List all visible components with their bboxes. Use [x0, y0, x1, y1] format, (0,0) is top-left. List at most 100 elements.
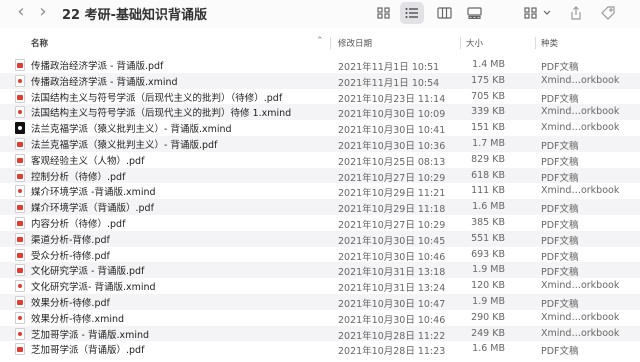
- file-date: 2021年10月27日 10:29: [338, 172, 446, 184]
- file-date: 2021年10月27日 10:29: [338, 219, 446, 231]
- kind-column-header[interactable]: 种类: [541, 37, 558, 49]
- xmind-file-icon: [15, 280, 25, 293]
- file-date: 2021年10月28日 11:22: [338, 330, 446, 342]
- column-view-icon[interactable]: [432, 2, 456, 24]
- tag-icon[interactable]: [596, 2, 620, 24]
- file-name: 芝加哥学派 - 背诵版.xmind: [31, 329, 150, 341]
- file-name: 法兰克福学派（猿义批判主义）- 背诵版.xmind: [31, 124, 232, 136]
- file-row[interactable]: 效果分析-待修.xmind 2021年10月30日 10:46 290 KB Xmin…: [0, 310, 640, 326]
- xmind-file-icon: [15, 106, 25, 119]
- file-kind: PDF文稿: [541, 251, 579, 263]
- sort-chevron-icon: ⌃: [316, 36, 324, 46]
- file-kind: PDF文稿: [541, 172, 579, 184]
- file-size: 339 KB: [471, 106, 505, 118]
- file-kind: PDF文稿: [541, 140, 579, 152]
- pdf-file-icon: [15, 295, 25, 308]
- file-kind: PDF文稿: [541, 204, 579, 216]
- xmind-file-icon: [15, 122, 25, 135]
- file-name: 效果分析-待修.pdf: [31, 297, 110, 309]
- group-icon[interactable]: [522, 2, 556, 24]
- file-row[interactable]: 传播政治经济学派 - 背诵版.pdf 2021年11月1日 10:51 1.4 MB…: [0, 57, 640, 73]
- file-row[interactable]: 法国结构主义与符号学派（后现代主义的批判）（待修）.pdf 2021年10月23日…: [0, 89, 640, 105]
- file-name: 法兰克福学派（猿义批判主义）- 背诵版.pdf: [31, 139, 218, 151]
- file-date: 2021年10月30日 10:41: [338, 125, 446, 137]
- file-kind: Xmind…orkbook: [541, 106, 620, 118]
- pdf-file-icon: [15, 264, 25, 277]
- file-kind: PDF文稿: [541, 346, 579, 358]
- pdf-file-icon: [15, 59, 25, 71]
- name-column-header[interactable]: 名称: [31, 37, 48, 49]
- file-size: 551 KB: [471, 232, 505, 244]
- file-name: 芝加哥学派（背诵版）.pdf: [31, 345, 145, 357]
- file-name: 媒介环境学派 -背诵版.xmind: [31, 187, 156, 199]
- pdf-file-icon: [15, 216, 25, 229]
- file-name: 传播政治经济学派 - 背诵版.pdf: [31, 61, 164, 72]
- file-row[interactable]: 芝加哥学派（背诵版）.pdf 2021年10月28日 11:23 1.6 MB PDF…: [0, 341, 640, 357]
- file-date: 2021年10月30日 10:45: [338, 235, 446, 247]
- file-row[interactable]: 法兰克福学派（猿义批判主义）- 背诵版.xmind 2021年10月30日 10:…: [0, 120, 640, 136]
- column-divider[interactable]: [460, 37, 461, 49]
- file-kind: Xmind…orkbook: [541, 122, 620, 134]
- column-divider[interactable]: [535, 37, 536, 49]
- file-row[interactable]: 渠道分析-背修.pdf 2021年10月30日 10:45 551 KB PDF文稿: [0, 230, 640, 247]
- pdf-file-icon: [15, 90, 25, 103]
- file-row[interactable]: 传播政治经济学派 - 背诵版.xmind 2021年11月1日 10:54 175 …: [0, 72, 640, 89]
- file-row[interactable]: 文化研究学派 - 背诵版.pdf 2021年10月31日 13:18 1.9 MB P…: [0, 262, 640, 278]
- file-size: 249 KB: [471, 327, 505, 339]
- file-date: 2021年10月30日 10:36: [338, 140, 446, 152]
- file-date: 2021年10月28日 11:23: [338, 346, 446, 358]
- file-row[interactable]: 内容分析（待修）.pdf 2021年10月27日 10:29 385 KB PDF文稿: [0, 215, 640, 231]
- file-name: 内容分析（待修）.pdf: [31, 218, 126, 230]
- file-kind: PDF文稿: [541, 219, 579, 231]
- file-row[interactable]: 媒介环境学派 -背诵版.xmind 2021年10月29日 11:21 111 KB…: [0, 183, 640, 199]
- share-icon[interactable]: [564, 2, 588, 24]
- file-size: 1.9 MB: [472, 264, 505, 276]
- file-name: 文化研究学派 - 背诵版.pdf: [31, 266, 145, 278]
- file-name: 受众分析-待修.pdf: [31, 250, 110, 262]
- pdf-file-icon: [15, 232, 25, 245]
- file-row[interactable]: 芝加哥学派 - 背诵版.xmind 2021年10月28日 11:22 249 KB…: [0, 325, 640, 342]
- gallery-view-icon[interactable]: [462, 2, 486, 24]
- file-size: 1.9 MB: [472, 295, 505, 307]
- file-size: 693 KB: [471, 248, 505, 260]
- file-row[interactable]: 媒介环境学派（背诵版）.pdf 2021年10月29日 11:18 1.6 MB PD…: [0, 199, 640, 215]
- forward-chevron-icon[interactable]: ›: [34, 2, 52, 22]
- grid-view-icon[interactable]: [372, 2, 396, 24]
- file-name: 文化研究学派- 背诵版.xmind: [31, 282, 156, 294]
- file-date: 2021年10月30日 10:46: [338, 314, 446, 326]
- file-name: 客观经验主义（人物）.pdf: [31, 155, 145, 167]
- file-row[interactable]: 法兰克福学派（猿义批判主义）- 背诵版.pdf 2021年10月30日 10:36…: [0, 135, 640, 152]
- file-row[interactable]: 客观经验主义（人物）.pdf 2021年10月25日 08:13 829 KB PDF…: [0, 152, 640, 168]
- file-size: 385 KB: [471, 216, 505, 228]
- file-kind: Xmind…orkbook: [541, 327, 620, 339]
- file-kind: PDF文稿: [541, 62, 579, 73]
- file-size: 705 KB: [471, 90, 505, 102]
- file-size: 618 KB: [471, 169, 505, 181]
- file-date: 2021年10月31日 13:18: [338, 267, 446, 279]
- file-row[interactable]: 受众分析-待修.pdf 2021年10月30日 10:46 693 KB PDF文稿: [0, 247, 640, 263]
- file-size: 151 KB: [471, 122, 505, 134]
- file-row[interactable]: 效果分析-待修.pdf 2021年10月30日 10:47 1.9 MB PDF文稿: [0, 293, 640, 310]
- list-view-icon[interactable]: [400, 2, 424, 24]
- file-date: 2021年10月23日 11:14: [338, 93, 446, 105]
- file-list: 传播政治经济学派 - 背诵版.pdf 2021年11月1日 10:51 1.4 MB…: [0, 57, 640, 357]
- file-row[interactable]: 文化研究学派- 背诵版.xmind 2021年10月31日 13:24 120 KB…: [0, 278, 640, 294]
- file-kind: PDF文稿: [541, 235, 579, 247]
- file-date: 2021年10月30日 10:47: [338, 298, 446, 310]
- file-date: 2021年10月30日 10:09: [338, 109, 446, 121]
- pdf-file-icon: [15, 137, 25, 150]
- column-divider[interactable]: [330, 37, 331, 49]
- date-column-header[interactable]: 修改日期: [338, 37, 372, 49]
- file-date: 2021年10月25日 08:13: [338, 156, 446, 168]
- file-name: 传播政治经济学派 - 背诵版.xmind: [31, 76, 178, 88]
- back-chevron-icon[interactable]: ‹: [12, 2, 30, 22]
- file-row[interactable]: 控制分析（待修）.pdf 2021年10月27日 10:29 618 KB PDF文稿: [0, 167, 640, 184]
- column-header: 名称 ⌃ 修改日期 大小 种类: [0, 35, 640, 51]
- file-row[interactable]: 法国结构主义与符号学派（后现代主义的批判）待修 1.xmind 2021年10月3…: [0, 104, 640, 120]
- size-column-header[interactable]: 大小: [466, 37, 483, 49]
- file-kind: PDF文稿: [541, 93, 579, 105]
- pdf-file-icon: [15, 201, 25, 214]
- file-kind: PDF文稿: [541, 298, 579, 310]
- file-date: 2021年10月29日 11:18: [338, 204, 446, 216]
- xmind-file-icon: [15, 74, 25, 87]
